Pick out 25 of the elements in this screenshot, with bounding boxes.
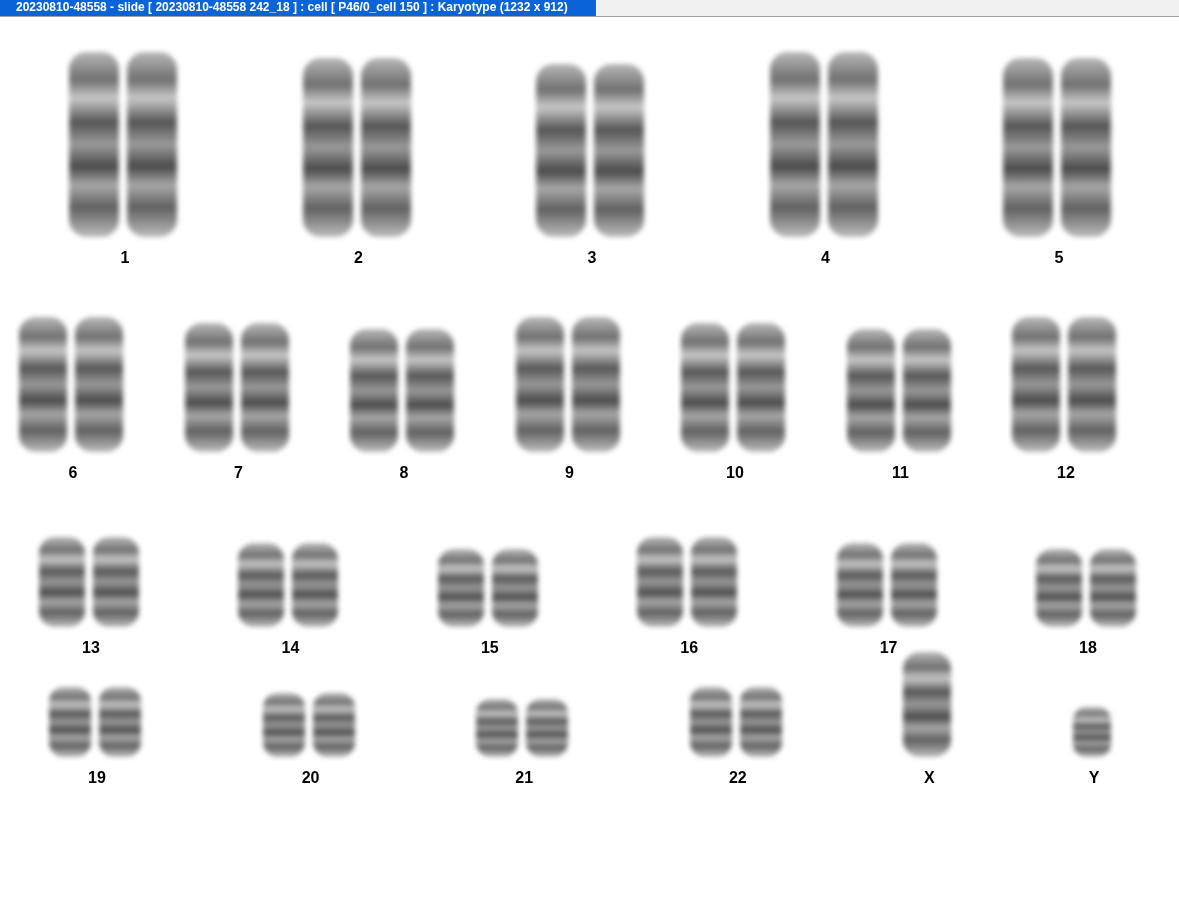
chromosome-label: 9 — [565, 464, 574, 482]
chromosome-label: 22 — [728, 769, 747, 787]
chromosome-label: 14 — [281, 639, 300, 657]
chromosome-label: 19 — [88, 769, 106, 787]
chromosome-label: 11 — [892, 464, 909, 482]
chromosome-label: 18 — [1079, 639, 1097, 657]
chromosome-label: 10 — [726, 464, 744, 482]
chromosome-label: 21 — [515, 769, 534, 787]
chromosome-label: 15 — [480, 639, 499, 657]
chromosome-label: 8 — [399, 464, 409, 482]
chromosome-label: 20 — [301, 769, 320, 787]
chromosome-label: 7 — [234, 464, 243, 482]
chromosome-label: Y — [1088, 769, 1100, 787]
chromosome-label: 17 — [879, 639, 898, 657]
chromosome-label: X — [924, 769, 935, 787]
chromosome-label: 12 — [1057, 464, 1075, 482]
chromosome-label: 4 — [821, 249, 830, 267]
chromosome-label: 6 — [68, 464, 78, 482]
chromosome-label: 13 — [82, 639, 100, 657]
chromosome-label: 3 — [587, 249, 597, 267]
chromosome-label: 5 — [1054, 249, 1064, 267]
window-title: 20230810-48558 - slide [ 20230810-48558 242_18 ] : cell [ P46/0_cell 150 ] : Karyotype (1232 x 912) — [0, 0, 596, 16]
chromosome-label: 16 — [680, 639, 699, 657]
chromosome-label: 2 — [354, 249, 363, 267]
chromosome-label: 1 — [120, 249, 130, 267]
